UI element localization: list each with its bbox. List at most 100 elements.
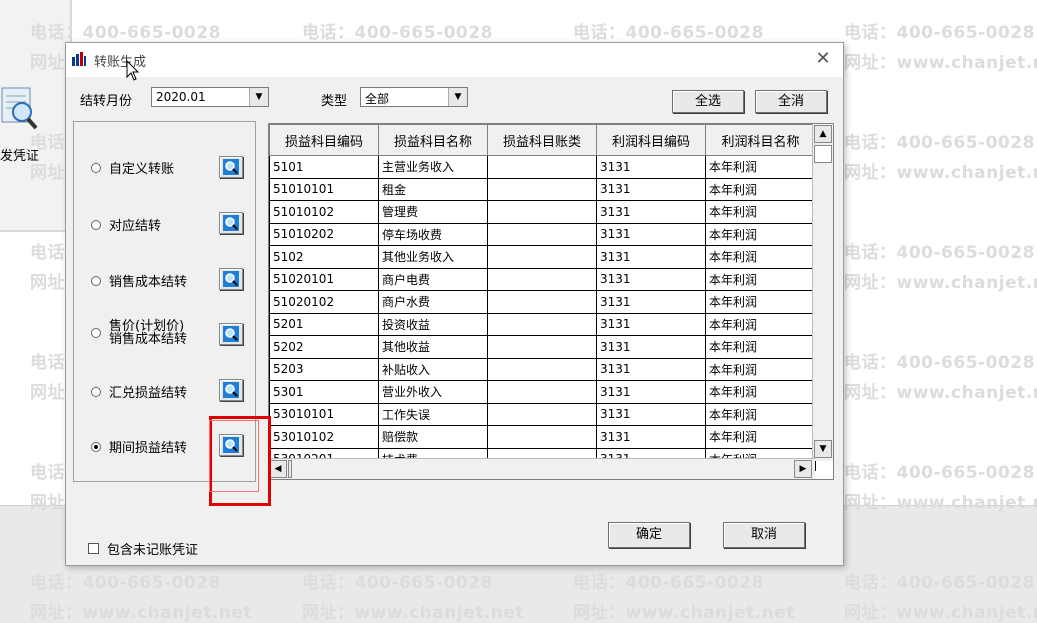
table-row[interactable]: 5201 投资收益 3131 本年利润	[269, 312, 816, 336]
table-cell[interactable]: 投资收益	[378, 312, 488, 336]
table-cell[interactable]: 3131	[596, 200, 706, 224]
table-row[interactable]: 51010101 租金 3131 本年利润	[269, 177, 816, 201]
chevron-down-icon[interactable]: ▼	[448, 88, 467, 106]
table-cell[interactable]: 5301	[269, 380, 379, 404]
table-cell[interactable]: 3131	[596, 267, 706, 291]
checkbox[interactable]	[88, 543, 99, 554]
column-header[interactable]: 利润科目名称	[705, 124, 816, 156]
table-cell[interactable]: 51010202	[269, 222, 379, 246]
search-icon-button[interactable]	[219, 212, 243, 234]
table-cell[interactable]: 3131	[596, 380, 706, 404]
table-cell[interactable]: 管理费	[378, 200, 488, 224]
table-cell[interactable]: 53010101	[269, 402, 379, 426]
column-header[interactable]: 损益科目编码	[269, 124, 379, 156]
table-row[interactable]: 5202 其他收益 3131 本年利润	[269, 335, 816, 359]
table-cell[interactable]: 51010102	[269, 200, 379, 224]
table-cell[interactable]: 51010101	[269, 177, 379, 201]
table-cell[interactable]	[487, 200, 597, 224]
table-cell[interactable]	[487, 402, 597, 426]
table-cell[interactable]	[487, 245, 597, 269]
table-cell[interactable]: 本年利润	[705, 402, 816, 426]
cancel-button[interactable]: 取消	[723, 522, 805, 548]
column-header[interactable]: 利润科目编码	[596, 124, 706, 156]
table-row[interactable]: 51010102 管理费 3131 本年利润	[269, 200, 816, 224]
table-row[interactable]: 5101 主营业务收入 3131 本年利润	[269, 155, 816, 179]
search-icon-button[interactable]	[219, 323, 243, 345]
table-cell[interactable]	[487, 290, 597, 314]
scroll-right-icon[interactable]: ▶	[794, 460, 812, 478]
table-cell[interactable]: 3131	[596, 222, 706, 246]
table-cell[interactable]: 停车场收费	[378, 222, 488, 246]
table-cell[interactable]: 本年利润	[705, 177, 816, 201]
table-cell[interactable]: 53010102	[269, 425, 379, 449]
table-cell[interactable]	[487, 380, 597, 404]
option-sales-cost-transfer[interactable]: 销售成本结转	[91, 271, 187, 290]
horizontal-scrollbar[interactable]: ◀ ▶	[269, 458, 815, 479]
scroll-thumb[interactable]	[814, 145, 832, 163]
table-cell[interactable]: 商户水费	[378, 290, 488, 314]
table-cell[interactable]: 3131	[596, 312, 706, 336]
radio-button[interactable]	[91, 275, 101, 286]
table-cell[interactable]	[487, 177, 597, 201]
chevron-down-icon[interactable]: ▼	[249, 88, 268, 106]
table-cell[interactable]: 本年利润	[705, 245, 816, 269]
radio-button[interactable]	[91, 386, 101, 397]
option-custom-transfer[interactable]: 自定义转账	[91, 158, 174, 177]
table-cell[interactable]: 赔偿款	[378, 425, 488, 449]
table-cell[interactable]: 3131	[596, 402, 706, 426]
table-cell[interactable]: 本年利润	[705, 335, 816, 359]
table-cell[interactable]: 3131	[596, 290, 706, 314]
table-cell[interactable]: 工作失误	[378, 402, 488, 426]
table-cell[interactable]: 本年利润	[705, 290, 816, 314]
table-cell[interactable]: 其他收益	[378, 335, 488, 359]
type-select[interactable]: 全部 ▼	[360, 87, 468, 107]
search-icon-button[interactable]	[219, 379, 243, 401]
ok-button[interactable]: 确定	[608, 522, 690, 548]
table-cell[interactable]: 3131	[596, 177, 706, 201]
table-row[interactable]: 51020101 商户电费 3131 本年利润	[269, 267, 816, 291]
table-cell[interactable]: 主营业务收入	[378, 155, 488, 179]
period-select[interactable]: 2020.01 ▼	[151, 87, 269, 107]
table-cell[interactable]: 3131	[596, 425, 706, 449]
table-cell[interactable]	[487, 357, 597, 381]
search-icon-button[interactable]	[219, 268, 243, 290]
dialog-titlebar[interactable]: 转账生成 ✕	[66, 43, 843, 81]
vertical-scrollbar[interactable]: ▲ ▼	[812, 124, 833, 461]
table-row[interactable]: 53010102 赔偿款 3131 本年利润	[269, 425, 816, 449]
table-cell[interactable]: 租金	[378, 177, 488, 201]
table-cell[interactable]: 5101	[269, 155, 379, 179]
table-cell[interactable]: 51020102	[269, 290, 379, 314]
table-cell[interactable]: 51020101	[269, 267, 379, 291]
table-cell[interactable]	[487, 425, 597, 449]
table-cell[interactable]: 本年利润	[705, 155, 816, 179]
table-row[interactable]: 51020102 商户水费 3131 本年利润	[269, 290, 816, 314]
table-cell[interactable]: 其他业务收入	[378, 245, 488, 269]
table-cell[interactable]: 3131	[596, 357, 706, 381]
table-cell[interactable]: 3131	[596, 155, 706, 179]
table-cell[interactable]	[487, 222, 597, 246]
radio-button[interactable]	[91, 328, 101, 338]
table-cell[interactable]: 本年利润	[705, 200, 816, 224]
column-header[interactable]: 损益科目账类	[487, 124, 597, 156]
table-cell[interactable]: 本年利润	[705, 267, 816, 291]
column-header[interactable]: 损益科目名称	[378, 124, 488, 156]
scroll-down-icon[interactable]: ▼	[814, 440, 832, 458]
table-cell[interactable]: 5201	[269, 312, 379, 336]
table-cell[interactable]: 3131	[596, 335, 706, 359]
table-cell[interactable]: 5102	[269, 245, 379, 269]
close-icon[interactable]: ✕	[811, 47, 835, 71]
option-exchange-gain-loss-transfer[interactable]: 汇兑损益结转	[91, 382, 187, 401]
clear-all-button[interactable]: 全消	[755, 90, 827, 113]
table-cell[interactable]: 3131	[596, 245, 706, 269]
include-unposted-checkbox[interactable]: 包含未记账凭证	[88, 539, 198, 558]
table-cell[interactable]: 本年利润	[705, 425, 816, 449]
table-cell[interactable]: 5203	[269, 357, 379, 381]
table-row[interactable]: 5102 其他业务收入 3131 本年利润	[269, 245, 816, 269]
search-icon-button[interactable]	[219, 156, 243, 178]
radio-button[interactable]	[91, 162, 101, 173]
table-cell[interactable]: 补贴收入	[378, 357, 488, 381]
table-cell[interactable]	[487, 155, 597, 179]
scroll-up-icon[interactable]: ▲	[814, 125, 832, 143]
table-cell[interactable]	[487, 312, 597, 336]
radio-button-selected[interactable]	[91, 441, 101, 452]
